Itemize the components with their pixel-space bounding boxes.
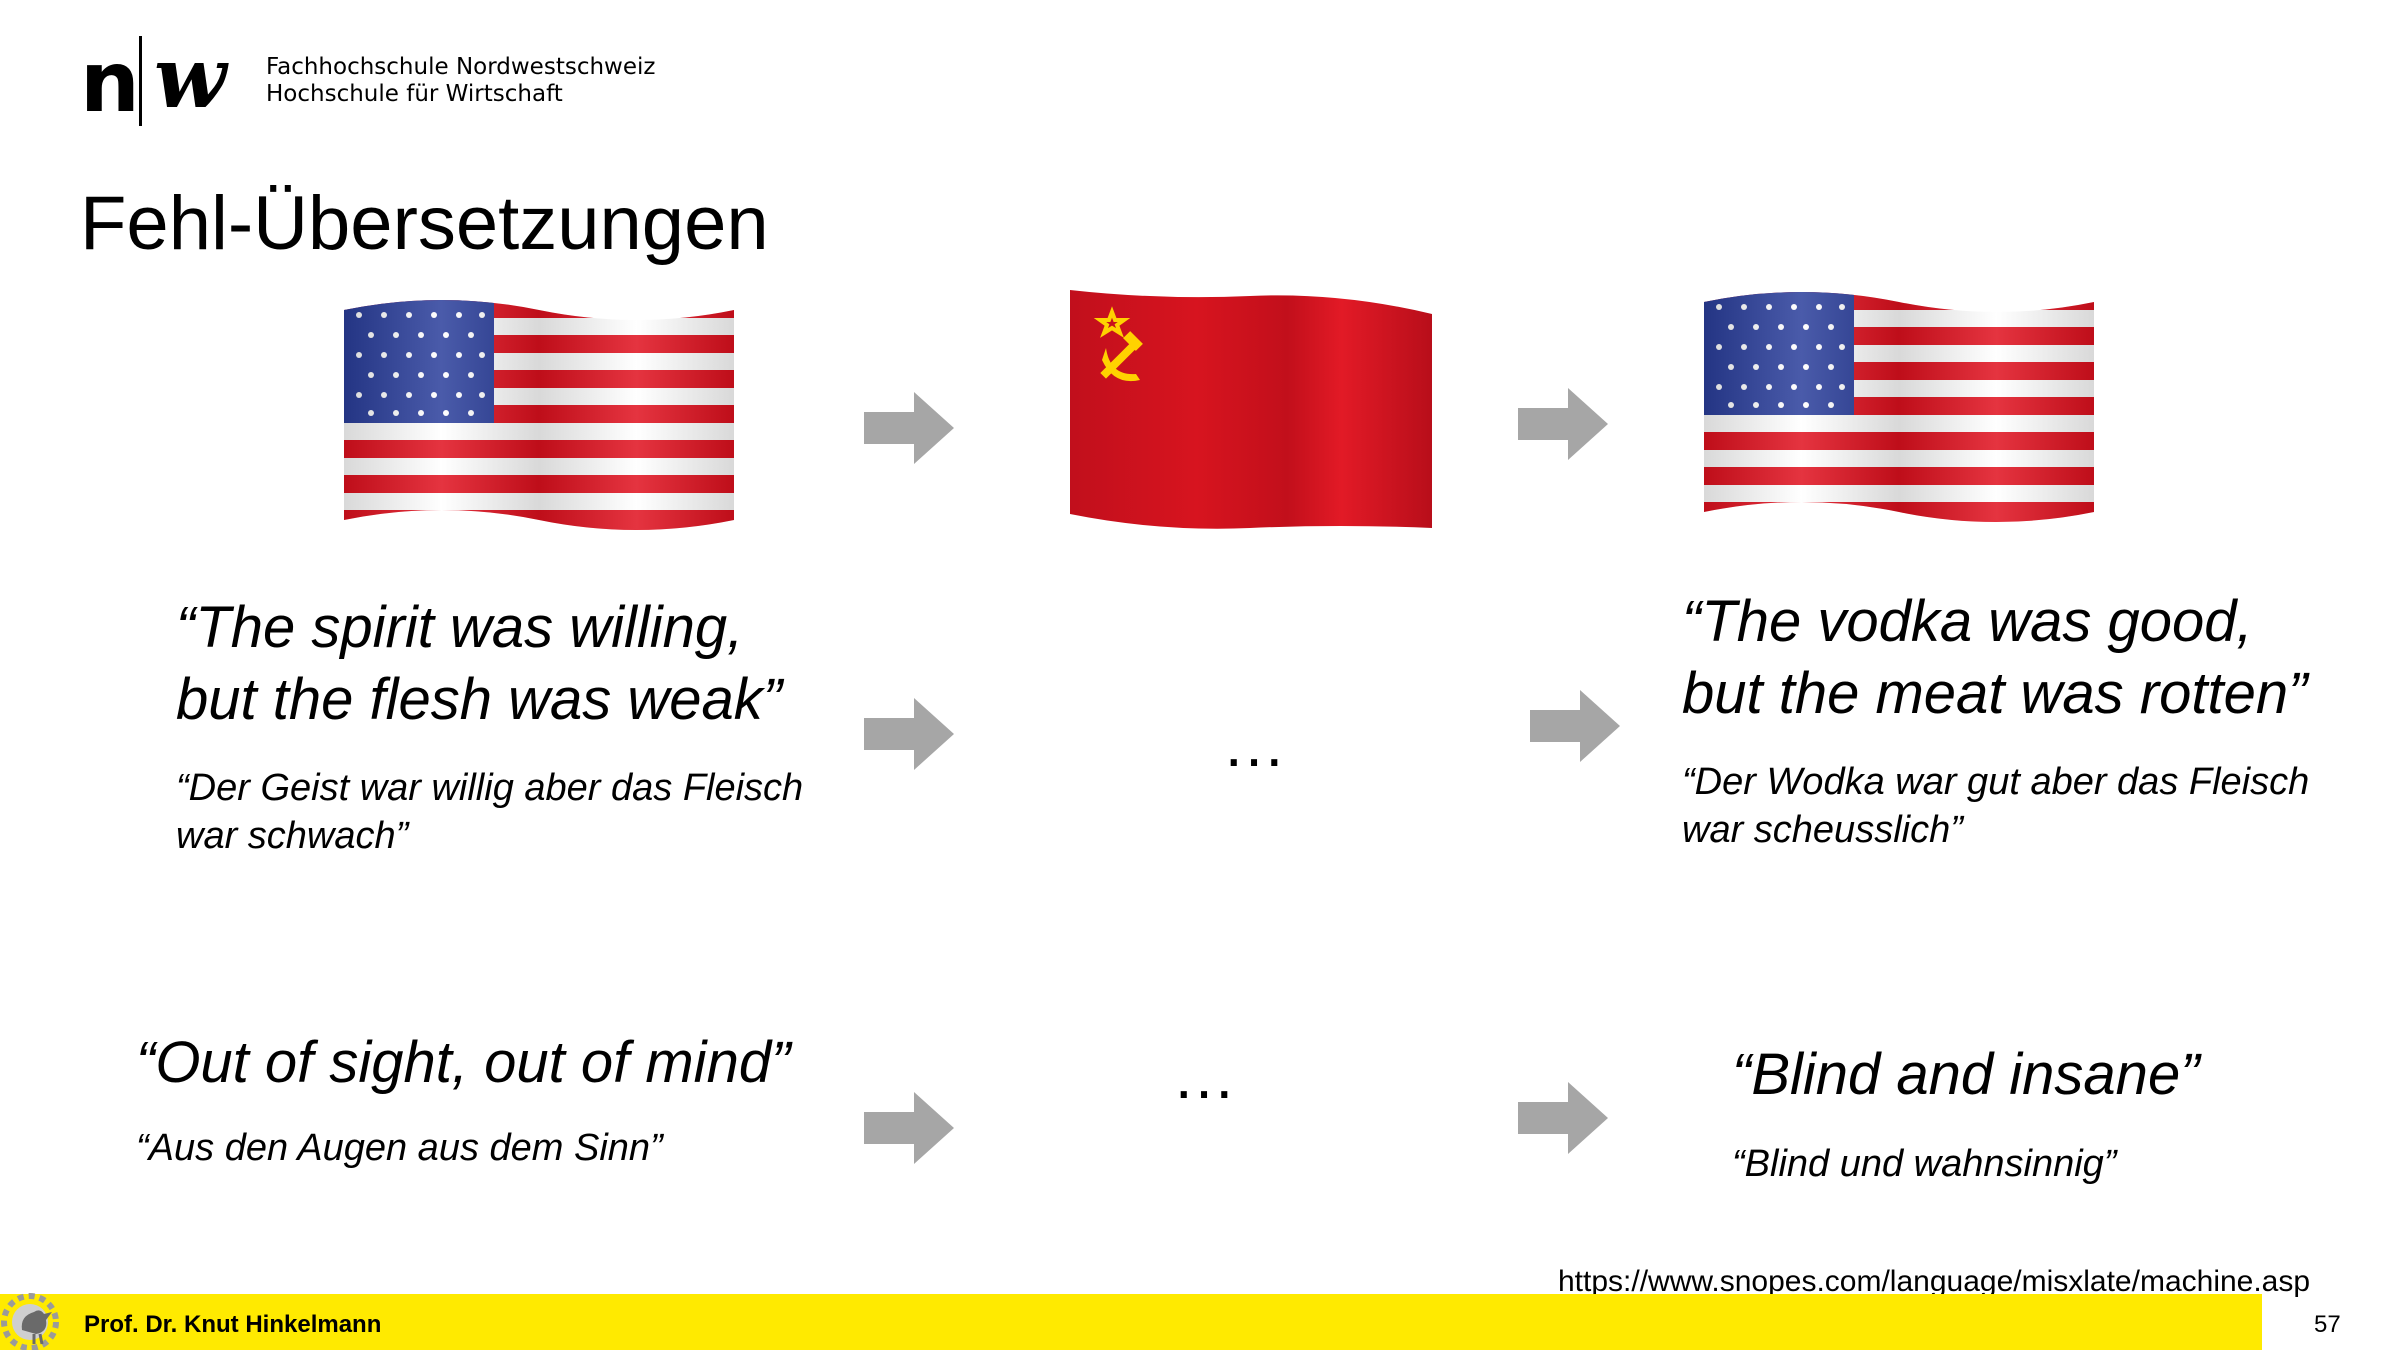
arrow-right-icon <box>1518 1082 1608 1154</box>
example1-source: “The spirit was willing, but the flesh w… <box>176 592 896 860</box>
arrow-right-icon <box>864 698 954 770</box>
example1-result-de: “Der Wodka war gut aber das Fleisch war … <box>1682 758 2382 854</box>
arrow-right-icon <box>1530 690 1620 762</box>
logo-w-letter: w <box>154 28 227 127</box>
example1-result-en: “The vodka was good, but the meat was ro… <box>1682 586 2382 730</box>
slide-title: Fehl-Übersetzungen <box>80 181 769 266</box>
example1-middle-ellipsis: … <box>1222 708 1296 780</box>
logo-text-line1: Fachhochschule Nordwestschweiz <box>266 54 656 80</box>
arrow-right-icon <box>864 1092 954 1164</box>
example2-source-de: “Aus den Augen aus dem Sinn” <box>136 1127 663 1169</box>
example1-source-en-line1: “The spirit was willing, <box>176 595 744 660</box>
example1-source-en: “The spirit was willing, but the flesh w… <box>176 592 896 736</box>
example2-result-en: “Blind and insane” <box>1732 1042 2200 1107</box>
example2-source-en: “Out of sight, out of mind” <box>136 1030 791 1095</box>
example2-result-de: “Blind und wahnsinnig” <box>1732 1143 2117 1185</box>
example1-result-en-line1: “The vodka was good, <box>1682 589 2253 654</box>
example1-result-de-line1: “Der Wodka war gut aber das Fleisch <box>1682 761 2310 803</box>
us-flag-icon <box>344 300 734 530</box>
us-flag-icon <box>1704 292 2094 522</box>
arrow-right-icon <box>864 392 954 464</box>
example1-result-en-line2: but the meat was rotten” <box>1682 661 2308 726</box>
logo-divider <box>139 36 142 126</box>
fhnw-logo: n w Fachhochschule Nordwestschweiz Hochs… <box>80 36 680 126</box>
rooster-gear-icon <box>1 1293 59 1350</box>
example1-source-de-line2: war schwach” <box>176 815 409 857</box>
example1-source-de: “Der Geist war willig aber das Fleisch w… <box>176 764 896 860</box>
logo-text: Fachhochschule Nordwestschweiz Hochschul… <box>266 54 655 108</box>
example1-source-en-line2: but the flesh was weak” <box>176 667 783 732</box>
example1-source-de-line1: “Der Geist war willig aber das Fleisch <box>176 767 804 809</box>
logo-n-letter: n <box>80 33 140 131</box>
example1-result-de-line2: war scheusslich” <box>1682 809 1963 851</box>
example1-result: “The vodka was good, but the meat was ro… <box>1682 586 2382 854</box>
logo-text-line2: Hochschule für Wirtschaft <box>266 81 563 107</box>
page-number: 57 <box>2314 1311 2341 1338</box>
arrow-right-icon <box>1518 388 1608 460</box>
soviet-flag-icon <box>1070 290 1432 529</box>
example2-middle-ellipsis: … <box>1172 1040 1246 1112</box>
footer-author: Prof. Dr. Knut Hinkelmann <box>84 1311 382 1338</box>
